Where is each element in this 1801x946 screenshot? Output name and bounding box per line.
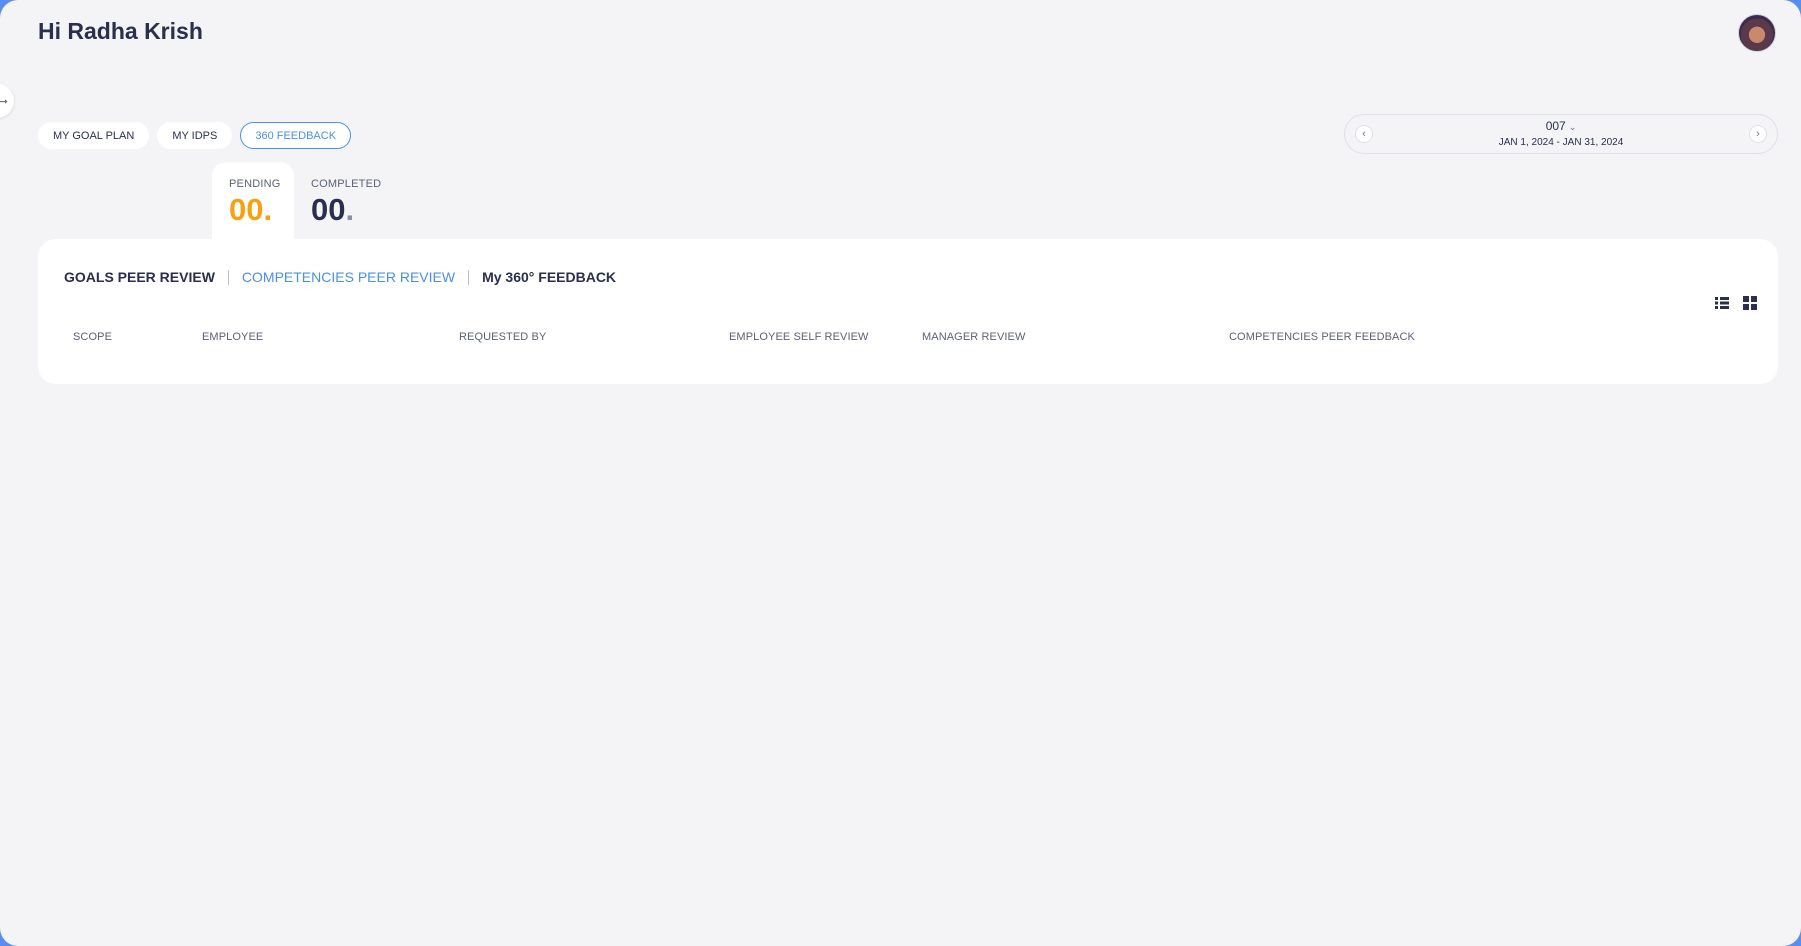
table-header: SCOPE EMPLOYEE REQUESTED BY EMPLOYEE SEL…	[38, 331, 1778, 347]
cycle-label: 007	[1545, 119, 1566, 133]
list-view-icon[interactable]	[1714, 295, 1730, 311]
tab-my-360-feedback[interactable]: My 360° FEEDBACK	[482, 269, 616, 285]
status-tab-completed[interactable]: COMPLETED 00.	[294, 162, 382, 240]
chevron-down-icon: ⌄	[1568, 122, 1577, 132]
tab-my-idps[interactable]: MY IDPS	[157, 122, 233, 149]
completed-dot: .	[345, 192, 355, 227]
cycle-dropdown[interactable]: 007 ⌄	[1345, 119, 1777, 133]
status-tab-pending[interactable]: PENDING 00.	[212, 162, 294, 240]
top-tabs: MY GOAL PLAN MY IDPS 360 FEEDBACK	[38, 122, 352, 149]
column-header-competencies-peer-feedback[interactable]: COMPETENCIES PEER FEEDBACK	[1229, 331, 1415, 343]
pending-count-wrap: 00.	[229, 192, 294, 228]
pending-label: PENDING	[229, 178, 281, 190]
completed-count-wrap: 00.	[311, 192, 376, 228]
column-header-employee[interactable]: EMPLOYEE	[202, 331, 263, 343]
review-sub-tabs: GOALS PEER REVIEW COMPETENCIES PEER REVI…	[64, 269, 616, 285]
pending-count: 00	[229, 192, 264, 227]
status-tabs: PENDING 00. COMPLETED 00.	[212, 162, 382, 240]
review-card: GOALS PEER REVIEW COMPETENCIES PEER REVI…	[38, 239, 1778, 384]
app-window: ➞ Hi Radha Krish MY GOAL PLAN MY IDPS 36…	[0, 0, 1801, 946]
period-selector: ‹ 007 ⌄ JAN 1, 2024 - JAN 31, 2024 ›	[1344, 114, 1778, 154]
tab-my-goal-plan[interactable]: MY GOAL PLAN	[38, 122, 150, 149]
arrow-right-icon: ➞	[0, 95, 8, 108]
tab-competencies-peer-review[interactable]: COMPETENCIES PEER REVIEW	[242, 269, 455, 285]
column-header-employee-self-review[interactable]: EMPLOYEE SELF REVIEW	[729, 331, 869, 343]
period-range: JAN 1, 2024 - JAN 31, 2024	[1498, 137, 1624, 148]
tab-divider	[468, 269, 470, 285]
completed-count: 00	[311, 192, 346, 227]
user-avatar[interactable]	[1738, 14, 1776, 52]
page-greeting: Hi Radha Krish	[38, 18, 203, 44]
chevron-right-icon: ›	[1756, 128, 1760, 140]
completed-label: COMPLETED	[311, 178, 382, 190]
tab-goals-peer-review[interactable]: GOALS PEER REVIEW	[64, 269, 215, 285]
next-period-button[interactable]: ›	[1749, 125, 1767, 143]
tab-divider	[227, 269, 229, 285]
grid-view-icon[interactable]	[1742, 295, 1758, 311]
column-header-manager-review[interactable]: MANAGER REVIEW	[922, 331, 1025, 343]
column-header-scope[interactable]: SCOPE	[73, 331, 112, 343]
column-header-requested-by[interactable]: REQUESTED BY	[459, 331, 546, 343]
view-toggles	[1714, 295, 1758, 311]
tab-360-feedback[interactable]: 360 FEEDBACK	[240, 122, 352, 149]
sidebar-toggle-button[interactable]: ➞	[0, 84, 14, 118]
pending-dot: .	[263, 192, 273, 227]
